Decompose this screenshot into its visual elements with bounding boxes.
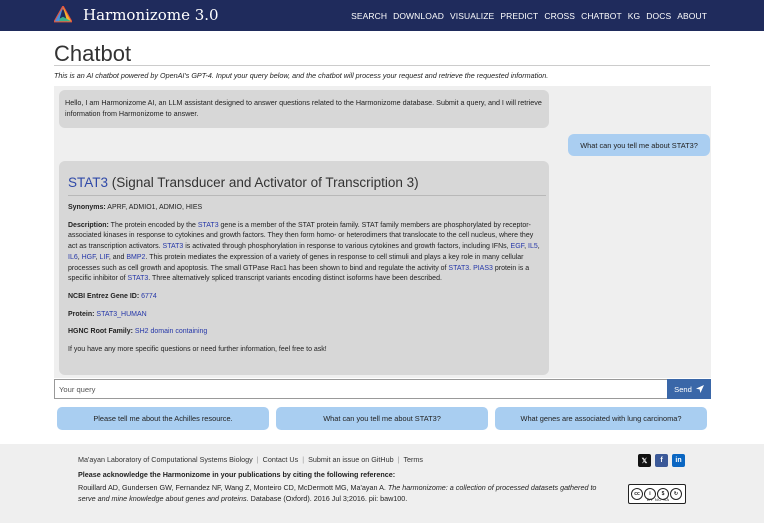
bot-message-greeting: Hello, I am Harmonizome AI, an LLM assis… bbox=[59, 90, 549, 128]
page-title: Chatbot bbox=[54, 41, 132, 66]
main-nav: SEARCH DOWNLOAD VISUALIZE PREDICT CROSS … bbox=[351, 11, 707, 21]
cc-sa-icon: ↻ bbox=[670, 488, 682, 500]
gene-link-egf[interactable]: EGF bbox=[511, 243, 525, 250]
hgnc-family-link[interactable]: SH2 domain containing bbox=[135, 328, 207, 335]
protein-link[interactable]: STAT3_HUMAN bbox=[96, 311, 146, 318]
footer-link-lab[interactable]: Ma'ayan Laboratory of Computational Syst… bbox=[78, 455, 253, 464]
gene-divider bbox=[68, 195, 546, 196]
gene-link-il6[interactable]: IL6 bbox=[68, 254, 78, 261]
entrez-id-link[interactable]: 6774 bbox=[141, 293, 157, 300]
gene-link-hgf[interactable]: HGF bbox=[82, 254, 96, 261]
facebook-icon[interactable]: f bbox=[655, 454, 668, 467]
footer-link-github[interactable]: Submit an issue on GitHub bbox=[308, 455, 394, 464]
gene-link-pias3[interactable]: PIAS3 bbox=[473, 265, 493, 272]
nav-docs[interactable]: DOCS bbox=[646, 11, 671, 21]
synonyms-row: Synonyms: APRF, ADMIO1, ADMIO, HIES bbox=[68, 203, 541, 214]
suggestion-achilles[interactable]: Please tell me about the Achilles resour… bbox=[57, 407, 269, 430]
footer-sep: | bbox=[397, 455, 400, 464]
description-row: Description: The protein encoded by the … bbox=[68, 221, 541, 285]
gene-heading: STAT3 (Signal Transducer and Activator o… bbox=[68, 175, 541, 191]
footer-link-terms[interactable]: Terms bbox=[403, 455, 423, 464]
gene-link-stat3[interactable]: STAT3 bbox=[163, 243, 184, 250]
x-twitter-icon[interactable]: 𝕏 bbox=[638, 454, 651, 467]
nav-visualize[interactable]: VISUALIZE bbox=[450, 11, 494, 21]
send-button[interactable]: Send bbox=[667, 379, 711, 399]
query-input[interactable] bbox=[54, 379, 668, 399]
nav-predict[interactable]: PREDICT bbox=[500, 11, 538, 21]
nav-cross[interactable]: CROSS bbox=[544, 11, 575, 21]
title-divider bbox=[54, 65, 710, 66]
entrez-label: NCBI Entrez Gene ID: bbox=[68, 292, 140, 300]
suggestion-stat3[interactable]: What can you tell me about STAT3? bbox=[276, 407, 488, 430]
cc-icon: cc bbox=[631, 488, 643, 500]
synonyms-value: APRF, ADMIO1, ADMIO, HIES bbox=[107, 204, 203, 211]
citation-text: Rouillard AD, Gundersen GW, Fernandez NF… bbox=[78, 483, 608, 504]
protein-label: Protein: bbox=[68, 310, 95, 318]
footer-sep: | bbox=[302, 455, 305, 464]
desc-text: , bbox=[537, 243, 540, 251]
send-icon bbox=[695, 385, 704, 393]
citation-source: Database (Oxford). 2016 Jul 3;2016. pii:… bbox=[248, 493, 408, 503]
protein-row: Protein: STAT3_HUMAN bbox=[68, 310, 541, 321]
desc-text: The protein encoded by the bbox=[110, 221, 198, 229]
top-navbar: Harmonizome 3.0 SEARCH DOWNLOAD VISUALIZ… bbox=[0, 0, 764, 31]
gene-link-stat3[interactable]: STAT3 bbox=[128, 275, 149, 282]
harmonizome-logo-icon[interactable] bbox=[54, 6, 72, 24]
entrez-row: NCBI Entrez Gene ID: 6774 bbox=[68, 292, 541, 303]
send-label: Send bbox=[674, 384, 692, 394]
citation-heading: Please acknowledge the Harmonizome in yo… bbox=[78, 470, 396, 479]
brand-title[interactable]: Harmonizome 3.0 bbox=[83, 6, 219, 24]
footer-sep: | bbox=[256, 455, 259, 464]
page-footer: Ma'ayan Laboratory of Computational Syst… bbox=[0, 444, 764, 523]
gene-link-il5[interactable]: IL5 bbox=[528, 243, 538, 250]
gene-link-stat3[interactable]: STAT3 bbox=[198, 222, 219, 229]
closing-text: If you have any more specific questions … bbox=[68, 346, 327, 354]
user-message: What can you tell me about STAT3? bbox=[568, 134, 710, 156]
synonyms-label: Synonyms: bbox=[68, 204, 106, 211]
gene-full-name: (Signal Transducer and Activator of Tran… bbox=[111, 175, 419, 190]
cc-license-label: BY NC SA bbox=[647, 497, 670, 502]
desc-text: . Three alternatively spliced transcript… bbox=[148, 275, 442, 283]
gene-symbol-link[interactable]: STAT3 bbox=[68, 175, 108, 190]
nav-kg[interactable]: KG bbox=[628, 11, 640, 21]
gene-link-stat3[interactable]: STAT3 bbox=[448, 265, 469, 272]
cc-license-badge[interactable]: cc i $ ↻ BY NC SA bbox=[628, 484, 686, 504]
hgnc-row: HGNC Root Family: SH2 domain containing bbox=[68, 327, 541, 338]
hgnc-label: HGNC Root Family: bbox=[68, 328, 133, 336]
chat-window[interactable]: Hello, I am Harmonizome AI, an LLM assis… bbox=[54, 86, 711, 378]
gene-link-bmp2[interactable]: BMP2 bbox=[126, 254, 145, 261]
linkedin-icon[interactable]: in bbox=[672, 454, 685, 467]
gene-link-lif[interactable]: LIF bbox=[100, 254, 109, 261]
desc-text: , and bbox=[108, 253, 127, 261]
nav-chatbot[interactable]: CHATBOT bbox=[581, 11, 622, 21]
desc-text: is activated through phosphorylation in … bbox=[183, 243, 511, 251]
suggestion-lung-carcinoma[interactable]: What genes are associated with lung carc… bbox=[495, 407, 707, 430]
nav-about[interactable]: ABOUT bbox=[677, 11, 707, 21]
footer-link-contact[interactable]: Contact Us bbox=[263, 455, 299, 464]
bot-message-answer: STAT3 (Signal Transducer and Activator o… bbox=[59, 161, 549, 375]
citation-authors: Rouillard AD, Gundersen GW, Fernandez NF… bbox=[78, 483, 388, 492]
page-intro: This is an AI chatbot powered by OpenAI'… bbox=[54, 71, 549, 80]
nav-download[interactable]: DOWNLOAD bbox=[393, 11, 444, 21]
nav-search[interactable]: SEARCH bbox=[351, 11, 387, 21]
footer-links: Ma'ayan Laboratory of Computational Syst… bbox=[78, 455, 423, 464]
description-label: Description: bbox=[68, 221, 109, 229]
